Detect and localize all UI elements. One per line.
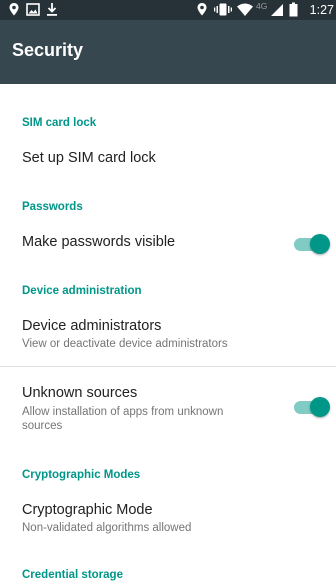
switch-thumb xyxy=(310,234,330,254)
vibrate-icon xyxy=(214,3,232,16)
signal-icon xyxy=(271,4,283,16)
pref-title: Device administrators xyxy=(22,318,162,334)
pref-title: Unknown sources xyxy=(22,385,138,401)
switch-thumb xyxy=(310,397,330,417)
pref-title: Make passwords visible xyxy=(22,234,176,250)
toggle-unknown-sources[interactable] xyxy=(294,397,330,417)
pref-summary: View or deactivate device administrators xyxy=(22,338,228,350)
category-sim-card-lock: SIM card lock xyxy=(22,117,97,129)
battery-icon xyxy=(289,2,298,17)
status-bar: 4G 1:27 xyxy=(0,0,336,20)
network-4g-icon: 4G xyxy=(256,1,268,11)
pref-make-passwords-visible[interactable]: Make passwords visible xyxy=(0,222,336,264)
pref-cryptographic-mode[interactable]: Cryptographic Mode Non-validated algorit… xyxy=(0,490,336,550)
category-credential-storage: Credential storage xyxy=(22,569,123,581)
location-icon xyxy=(9,3,19,16)
category-passwords: Passwords xyxy=(22,201,83,213)
pref-summary: Non-validated algorithms allowed xyxy=(22,522,192,534)
page-title: Security xyxy=(12,40,84,60)
category-device-administration: Device administration xyxy=(22,285,142,297)
wifi-icon xyxy=(237,3,253,16)
pref-set-up-sim-card-lock[interactable]: Set up SIM card lock xyxy=(0,138,336,180)
pref-device-administrators[interactable]: Device administrators View or deactivate… xyxy=(0,306,336,366)
pref-summary-line-1: Allow installation of apps from unknown xyxy=(22,406,224,418)
pref-title: Cryptographic Mode xyxy=(22,502,153,518)
location-icon xyxy=(197,3,207,16)
category-cryptographic-modes: Cryptographic Modes xyxy=(22,469,141,481)
image-icon xyxy=(26,3,40,16)
app-bar: Security xyxy=(0,20,336,84)
pref-unknown-sources[interactable]: Unknown sources Allow installation of ap… xyxy=(0,367,336,442)
pref-title: Set up SIM card lock xyxy=(22,150,156,166)
toggle-make-passwords-visible[interactable] xyxy=(294,234,330,254)
pref-summary-line-2: sources xyxy=(22,420,63,432)
download-icon xyxy=(47,3,57,16)
status-time: 1:27 xyxy=(309,3,334,17)
